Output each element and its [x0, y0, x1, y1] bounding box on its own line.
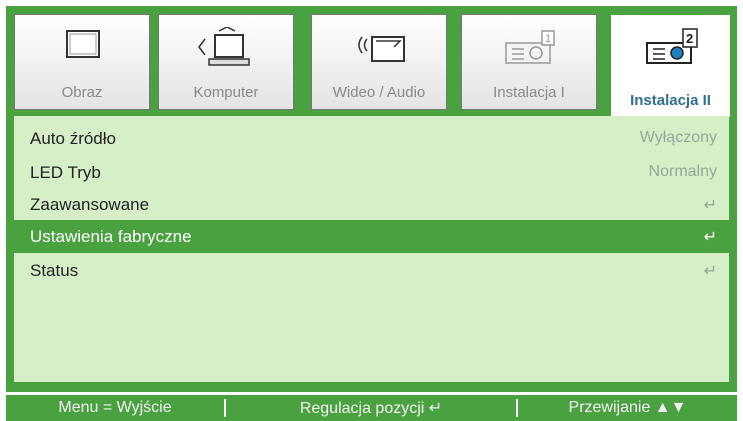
menu-panel: Auto źródło Wyłączony LED Tryb Normalny …	[14, 116, 729, 382]
enter-icon: ↵	[703, 263, 717, 280]
tab-label: Instalacja II	[630, 92, 711, 109]
menu-item-label: Status	[30, 261, 79, 280]
menu-item-auto-zrodlo[interactable]: Auto źródło Wyłączony	[14, 122, 729, 155]
menu-item-zaawansowane[interactable]: Zaawansowane ↵	[14, 188, 729, 221]
svg-text:1: 1	[545, 33, 551, 45]
display-icon	[15, 27, 149, 75]
menu-item-value: Wyłączony	[639, 129, 717, 146]
scroll-hint: Przewijanie ▲▼	[568, 399, 687, 416]
tab-label: Obraz	[61, 84, 103, 101]
enter-icon: ↵	[703, 229, 717, 246]
video-audio-icon	[312, 27, 446, 75]
menu-item-label: Zaawansowane	[30, 195, 150, 214]
menu-exit-hint: Menu = Wyjście	[58, 399, 172, 416]
menu-item-label: LED Tryb	[30, 163, 101, 182]
projector-help-icon: 2	[611, 27, 730, 75]
tab-instalacja-ii[interactable]: 2 Instalacja II	[610, 14, 731, 118]
menu-item-status[interactable]: Status ↵	[14, 254, 729, 287]
menu-item-ustawienia-fabryczne[interactable]: Ustawienia fabryczne ↵	[14, 220, 729, 253]
menu-item-value: Normalny	[648, 163, 717, 180]
footer-hint-bar: Menu = Wyjście Regulacja pozycji ↵ Przew…	[6, 395, 737, 421]
menu-item-label: Ustawienia fabryczne	[30, 227, 192, 246]
tab-instalacja-i[interactable]: 1 Instalacja I	[461, 14, 597, 110]
adjust-hint: Regulacja pozycji ↵	[299, 400, 443, 417]
enter-icon: ↵	[703, 197, 717, 214]
tab-obraz[interactable]: Obraz	[14, 14, 150, 110]
computer-icon	[159, 26, 293, 75]
tab-wideo-audio[interactable]: Wideo / Audio	[311, 14, 447, 110]
svg-text:2: 2	[686, 31, 693, 46]
tab-label: Komputer	[193, 84, 259, 101]
menu-item-led-tryb[interactable]: LED Tryb Normalny	[14, 156, 729, 189]
menu-item-label: Auto źródło	[30, 129, 116, 148]
tab-bar: Obraz Komputer Wideo / Audio 1 Instalacj…	[14, 14, 731, 118]
tab-komputer[interactable]: Komputer	[158, 14, 294, 110]
osd-menu-frame: Obraz Komputer Wideo / Audio 1 Instalacj…	[6, 6, 737, 392]
tab-label: Wideo / Audio	[332, 84, 426, 101]
projector-settings-icon: 1	[462, 27, 596, 75]
tab-label: Instalacja I	[493, 84, 565, 101]
